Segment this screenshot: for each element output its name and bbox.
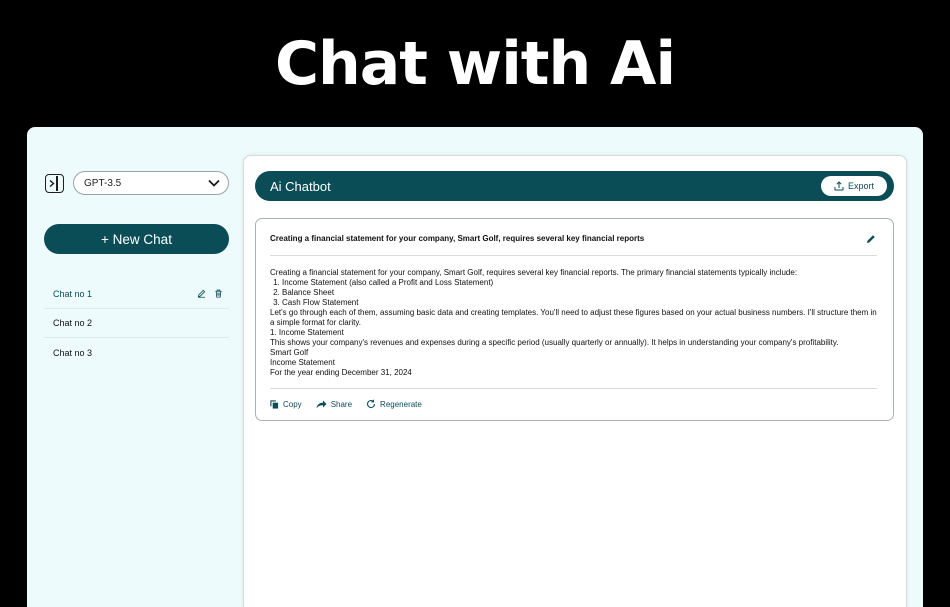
sidebar-toggle-icon[interactable] [45, 174, 64, 193]
share-icon [316, 400, 327, 408]
list-item: Balance Sheet [282, 288, 880, 298]
copy-icon [270, 399, 279, 409]
pencil-icon[interactable] [866, 234, 876, 244]
export-button[interactable]: Export [821, 176, 887, 196]
refresh-icon [367, 399, 376, 409]
chat-panel: Ai Chatbot Export Creating a financial s… [243, 155, 907, 607]
message-line: 1. Income Statement [270, 328, 344, 337]
chat-list-item[interactable]: Chat no 3 [44, 338, 229, 367]
model-select-value: GPT-3.5 [84, 177, 122, 189]
new-chat-button[interactable]: + New Chat [44, 224, 229, 254]
message-line: Income Statement [270, 358, 335, 367]
message-line: For the year ending December 31, 2024 [270, 368, 412, 377]
share-button[interactable]: Share [316, 399, 352, 409]
message-intro: Creating a financial statement for your … [270, 268, 798, 277]
chat-title: Ai Chatbot [270, 179, 331, 194]
hero-banner: Chat with Ai [0, 0, 950, 127]
upload-icon [834, 181, 844, 191]
chat-header: Ai Chatbot Export [255, 171, 894, 201]
chat-list: Chat no 1 Chat no 2 Chat no 3 [44, 280, 229, 367]
app-window: GPT-3.5 + New Chat Chat no 1 Chat no 2 C… [27, 127, 923, 607]
message-line: This shows your company's revenues and e… [270, 338, 839, 347]
chat-item-label: Chat no 1 [53, 289, 93, 299]
copy-button[interactable]: Copy [270, 399, 302, 409]
message-body: Creating a financial statement for your … [270, 268, 880, 378]
list-item: Income Statement (also called a Profit a… [282, 278, 880, 288]
message-line: Let's go through each of them, assuming … [270, 308, 877, 327]
chevron-down-icon [208, 179, 220, 187]
list-item: Cash Flow Statement [282, 298, 880, 308]
message-card: Creating a financial statement for your … [255, 218, 894, 421]
trash-icon[interactable] [214, 289, 223, 298]
message-title: Creating a financial statement for your … [270, 234, 645, 243]
message-line: Smart Golf [270, 348, 309, 357]
regenerate-button[interactable]: Regenerate [366, 399, 422, 409]
chat-list-item[interactable]: Chat no 2 [44, 309, 229, 338]
chat-list-item[interactable]: Chat no 1 [44, 280, 229, 309]
hero-title: Chat with Ai [274, 28, 676, 99]
pencil-icon[interactable] [197, 289, 206, 298]
message-actions: Copy Share Regenerate [270, 399, 422, 409]
sidebar: GPT-3.5 + New Chat Chat no 1 Chat no 2 C… [27, 127, 243, 607]
message-list: Income Statement (also called a Profit a… [270, 278, 880, 308]
chat-item-label: Chat no 3 [53, 347, 93, 358]
divider [270, 388, 877, 389]
divider [270, 255, 877, 256]
export-label: Export [847, 181, 874, 191]
model-select[interactable]: GPT-3.5 [73, 171, 229, 195]
chat-item-label: Chat no 2 [53, 318, 93, 328]
